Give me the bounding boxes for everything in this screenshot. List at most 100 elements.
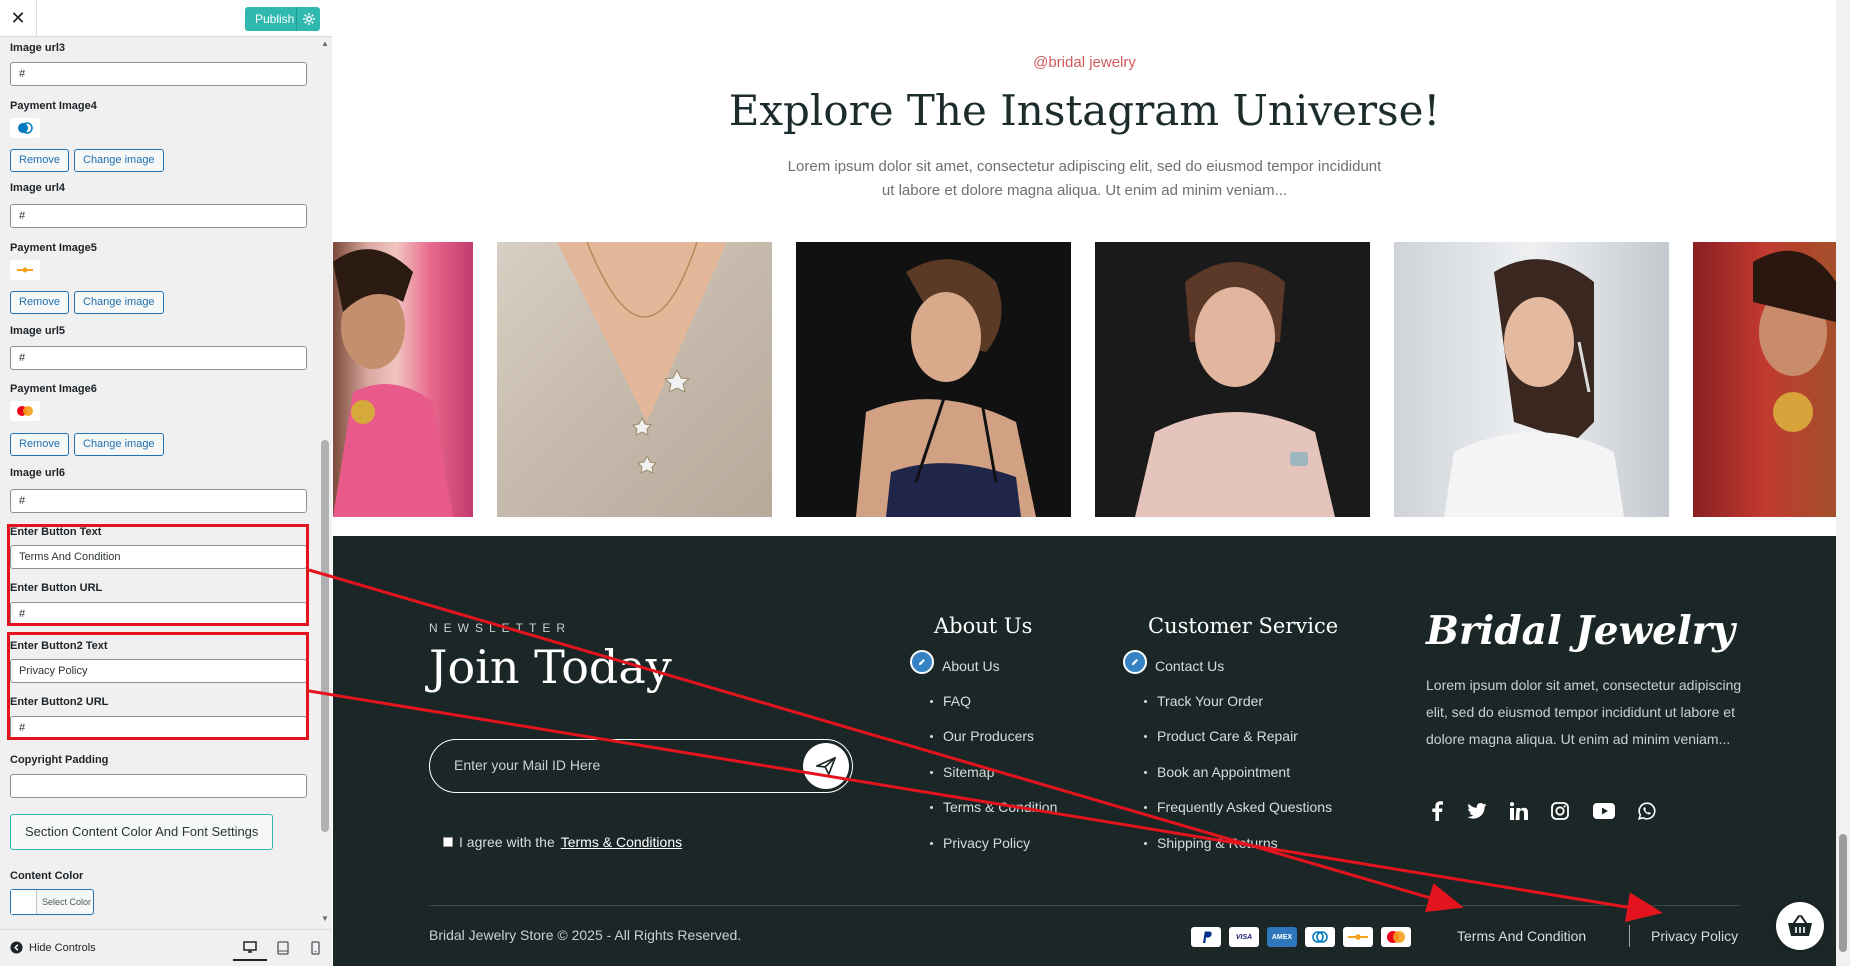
hide-controls-button[interactable]: Hide Controls <box>10 941 96 954</box>
change-image-button[interactable]: Change image <box>74 291 164 314</box>
producers-link[interactable]: Our Producers <box>930 728 1034 744</box>
tablet-preview-button[interactable] <box>275 940 291 956</box>
instagram-photo-1[interactable] <box>333 242 473 517</box>
privacy-policy-link[interactable]: Privacy Policy <box>930 835 1030 851</box>
basket-icon <box>1788 915 1812 936</box>
contact-link[interactable]: Contact Us <box>1155 658 1224 674</box>
facebook-icon[interactable] <box>1426 800 1448 822</box>
instagram-title: Explore The Instagram Universe! <box>728 86 1441 135</box>
customizer-header: ✕ Publish <box>0 0 332 37</box>
button-settings-highlight <box>7 524 309 626</box>
instagram-photo-3[interactable] <box>796 242 1071 517</box>
discover-icon <box>1343 927 1373 947</box>
remove-button[interactable]: Remove <box>10 291 69 314</box>
image-url5-input[interactable]: # <box>10 346 307 370</box>
edit-icon[interactable] <box>1123 650 1147 674</box>
instagram-icon[interactable] <box>1549 800 1571 822</box>
terms-link[interactable]: Terms & Conditions <box>561 834 682 850</box>
track-order-link[interactable]: Track Your Order <box>1144 693 1263 709</box>
product-care-link[interactable]: Product Care & Repair <box>1144 728 1298 744</box>
tablet-icon <box>277 941 289 955</box>
collapse-icon <box>10 941 23 954</box>
image-url4-input[interactable]: # <box>10 204 307 228</box>
terms-and-condition-link[interactable]: Terms And Condition <box>1457 928 1586 944</box>
customizer-sidebar: ✕ Publish Image url3 # Payment Image4 Re… <box>0 0 332 966</box>
agree-checkbox[interactable] <box>443 837 453 847</box>
terms-agreement: I agree with the Terms & Conditions <box>443 834 682 850</box>
instagram-photo-6[interactable] <box>1693 242 1836 517</box>
instagram-photo-5[interactable] <box>1394 242 1669 517</box>
send-icon <box>816 756 836 776</box>
linkedin-icon[interactable] <box>1508 800 1530 822</box>
desktop-preview-button[interactable] <box>233 934 267 961</box>
agree-text: I agree with the <box>459 834 555 850</box>
image-url3-label: Image url3 <box>10 42 66 54</box>
sidebar-scrollbar[interactable]: ▲ ▼ <box>318 37 332 929</box>
gear-icon[interactable] <box>296 7 320 31</box>
newsletter-label: NEWSLETTER <box>429 621 572 635</box>
sitemap-link[interactable]: Sitemap <box>930 764 994 780</box>
site-footer: NEWSLETTER Join Today Enter your Mail ID… <box>333 536 1836 966</box>
footer-link-separator <box>1629 925 1630 947</box>
image-url6-label: Image url6 <box>10 467 66 479</box>
payment-image5-label: Payment Image5 <box>10 242 97 254</box>
terms-condition-link[interactable]: Terms & Condition <box>930 799 1057 815</box>
preview-scrollbar[interactable] <box>1836 0 1850 966</box>
close-icon[interactable]: ✕ <box>0 0 37 37</box>
copyright-padding-input[interactable] <box>10 774 307 798</box>
cart-button[interactable] <box>1776 902 1824 950</box>
customizer-footer: Hide Controls <box>0 929 332 966</box>
footer-brand: Bridal Jewelry <box>1426 608 1735 654</box>
paypal-icon <box>1191 927 1221 947</box>
remove-button[interactable]: Remove <box>10 149 69 172</box>
preview-scrollbar-thumb[interactable] <box>1839 834 1847 952</box>
change-image-button[interactable]: Change image <box>74 149 164 172</box>
hide-controls-label: Hide Controls <box>29 941 96 954</box>
scroll-up-icon[interactable]: ▲ <box>321 39 329 48</box>
select-color-button[interactable]: Select Color <box>10 889 94 915</box>
footer-brand-description: Lorem ipsum dolor sit amet, consectetur … <box>1426 677 1742 747</box>
faq-full-link[interactable]: Frequently Asked Questions <box>1144 799 1332 815</box>
instagram-description: Lorem ipsum dolor sit amet, consectetur … <box>787 158 1382 199</box>
image-url6-input[interactable]: # <box>10 489 307 513</box>
about-link[interactable]: About Us <box>942 658 1000 674</box>
email-input[interactable]: Enter your Mail ID Here <box>454 757 600 773</box>
instagram-photo-4[interactable] <box>1095 242 1370 517</box>
section-settings-button[interactable]: Section Content Color And Font Settings <box>10 814 274 850</box>
payment-image4-thumbnail <box>10 118 40 138</box>
payment-image6-thumbnail <box>10 401 40 421</box>
mobile-icon <box>310 941 320 955</box>
newsletter-title: Join Today <box>429 640 672 694</box>
appointment-link[interactable]: Book an Appointment <box>1144 764 1290 780</box>
whatsapp-icon[interactable] <box>1636 800 1658 822</box>
site-preview: @bridal jewelry Explore The Instagram Un… <box>333 0 1850 966</box>
scroll-down-icon[interactable]: ▼ <box>321 914 329 923</box>
content-color-label: Content Color <box>10 870 84 882</box>
youtube-icon[interactable] <box>1591 800 1617 822</box>
mobile-preview-button[interactable] <box>307 940 323 956</box>
diners-icon <box>1305 927 1335 947</box>
remove-button[interactable]: Remove <box>10 433 69 456</box>
payment-image5-thumbnail <box>10 260 40 280</box>
newsletter-form: Enter your Mail ID Here <box>429 739 853 793</box>
copyright-padding-label: Copyright Padding <box>10 754 109 766</box>
image-url3-input[interactable]: # <box>10 62 307 86</box>
color-swatch <box>11 890 37 914</box>
faq-link[interactable]: FAQ <box>930 693 971 709</box>
instagram-tag: @bridal jewelry <box>1033 54 1136 71</box>
button2-settings-highlight <box>7 632 309 740</box>
send-button[interactable] <box>803 743 849 789</box>
amex-icon: AMEX <box>1267 927 1297 947</box>
image-url5-label: Image url5 <box>10 325 66 337</box>
payment-image4-label: Payment Image4 <box>10 100 97 112</box>
privacy-policy-footer-link[interactable]: Privacy Policy <box>1651 928 1738 944</box>
desktop-icon <box>243 940 257 953</box>
about-column-title: About Us <box>934 614 1033 638</box>
twitter-icon[interactable] <box>1466 800 1488 822</box>
shipping-link[interactable]: Shipping & Returns <box>1144 835 1278 851</box>
scrollbar-thumb[interactable] <box>321 440 329 832</box>
footer-divider <box>429 905 1740 906</box>
edit-icon[interactable] <box>910 650 934 674</box>
instagram-photo-2[interactable] <box>497 242 772 517</box>
change-image-button[interactable]: Change image <box>74 433 164 456</box>
